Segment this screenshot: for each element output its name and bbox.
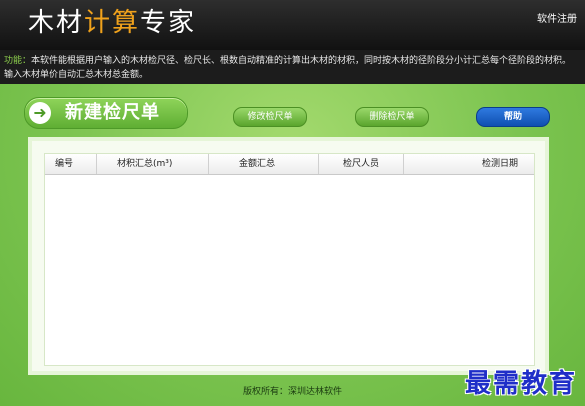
column-header-date[interactable]: 检测日期 [404,154,534,174]
title-bar: 木材计算专家 软件注册 [0,0,585,50]
column-header-volume[interactable]: 材积汇总(m³) [97,154,209,174]
feature-text: 本软件能根据用户输入的木材检尺径、检尺长、根数自动精准的计算出木材的材积，同时按… [4,56,572,80]
app-title-part2: 计算 [84,8,141,38]
delete-measure-sheet-button[interactable]: 删除检尺单 [355,107,429,127]
table-panel: 编号 材积汇总(m³) 金额汇总 检尺人员 检测日期 [28,137,549,375]
edit-measure-sheet-button[interactable]: 修改检尺单 [233,107,307,127]
table-header: 编号 材积汇总(m³) 金额汇总 检尺人员 检测日期 [45,154,534,175]
app-title: 木材计算专家 [28,6,196,40]
column-header-inspector[interactable]: 检尺人员 [319,154,404,174]
arrow-right-icon: ➜ [29,102,51,124]
new-measure-sheet-button[interactable]: ➜ 新建检尺单 [24,97,188,129]
help-button[interactable]: 帮助 [476,107,550,127]
app-title-part3: 专家 [140,8,197,38]
feature-label: 功能： [4,56,32,66]
measure-sheet-table[interactable]: 编号 材积汇总(m³) 金额汇总 检尺人员 检测日期 [44,153,535,366]
app-title-part1: 木材 [28,8,85,38]
feature-description: 功能：本软件能根据用户输入的木材检尺径、检尺长、根数自动精准的计算出木材的材积，… [0,50,585,84]
new-button-label: 新建检尺单 [65,102,160,123]
column-header-id[interactable]: 编号 [45,154,97,174]
main-area: ➜ 新建检尺单 修改检尺单 删除检尺单 帮助 编号 材积汇总(m³) 金额汇总 … [0,84,585,406]
register-link[interactable]: 软件注册 [537,10,577,25]
column-header-amount[interactable]: 金额汇总 [209,154,319,174]
watermark-text: 最需教育 [464,369,577,399]
